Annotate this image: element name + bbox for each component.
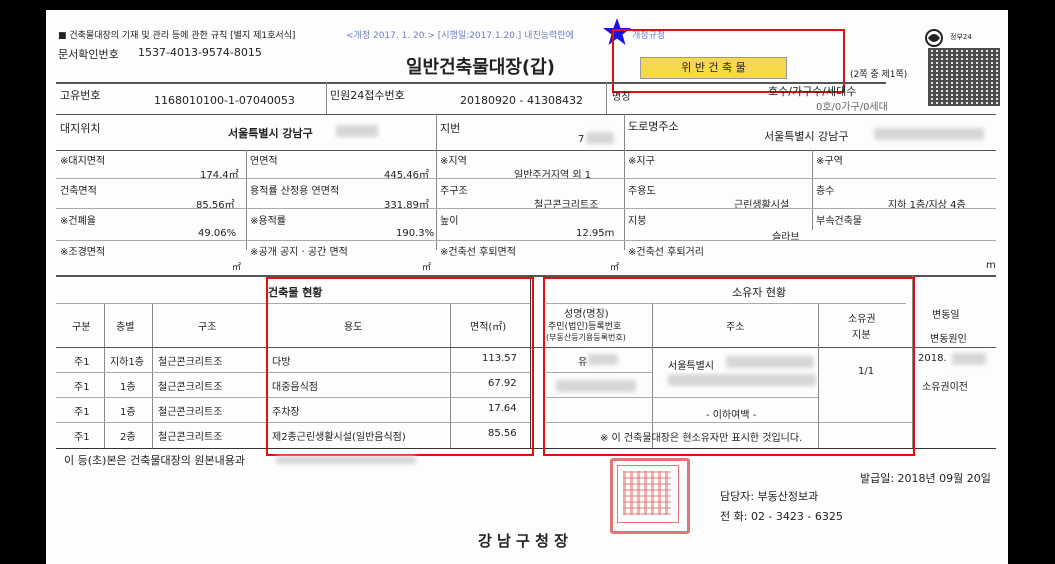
header-gubun: 구분	[72, 322, 91, 333]
row-gubun: 주1	[74, 432, 90, 443]
road-label: 도로명주소	[628, 120, 679, 133]
red-annotation-box-owner	[543, 277, 915, 456]
officer: 담당자: 부동산정보과	[720, 490, 819, 503]
row-floor: 2층	[120, 432, 136, 443]
certification-text: 이 등(초)본은 건축물대장의 원본내용과	[64, 454, 245, 467]
official-seal	[610, 458, 690, 534]
sector-label: ※구역	[816, 156, 843, 167]
amendment-note: <개정 2017. 1. 20.> [시행일:2017.1.20.] 내진능력란…	[346, 31, 574, 41]
units-label: 호수/가구수/세대수	[768, 85, 857, 98]
page-count: (2쪽 중 제1쪽)	[850, 70, 908, 80]
redacted-road	[874, 128, 984, 140]
location-label: 대지위치	[60, 122, 101, 135]
road-value: 서울특별시 강남구	[764, 130, 849, 143]
far-label: ※용적률	[250, 216, 286, 227]
units-value: 0호/0가구/0세대	[816, 102, 888, 113]
setback-dist-label: ※건축선 후퇴거리	[628, 247, 704, 258]
building-area-label: 건축면적	[60, 186, 97, 197]
issue-date: 발급일: 2018년 09월 20일	[860, 472, 991, 485]
receipt-no: 20180920 - 41308432	[460, 94, 583, 107]
row-gubun: 주1	[74, 407, 90, 418]
redacted-lot	[586, 132, 614, 144]
lot-value: 7	[578, 134, 585, 145]
lot-label: 지번	[440, 122, 461, 135]
bcr-label: ※건폐율	[60, 216, 96, 227]
doc-number: 1537-4013-9574-8015	[138, 46, 262, 59]
zone-label: ※지역	[440, 156, 467, 167]
setback-area-label: ※건축선 후퇴면적	[440, 247, 516, 258]
redacted-change-date	[952, 353, 986, 365]
height: 12.95m	[576, 228, 615, 239]
unique-no: 1168010100-1-07040053	[154, 94, 295, 107]
gross-area-label: 연면적	[250, 156, 278, 167]
phone: 전 화: 02 - 3423 - 6325	[720, 510, 843, 523]
qr-code	[928, 48, 1000, 106]
gov24-logo-icon	[924, 28, 948, 48]
name-label: 명칭	[612, 92, 631, 103]
public-space-unit: ㎡	[422, 263, 432, 273]
row-floor: 1층	[120, 407, 136, 418]
doc-number-label: 문서확인번호	[58, 48, 119, 61]
far: 190.3%	[396, 228, 435, 239]
setback-area-unit: ㎡	[610, 263, 620, 273]
regulation-note: ■ 건축물대장의 기재 및 관리 등에 관한 규칙 [별지 제1호서식]	[58, 31, 296, 41]
red-annotation-box-building	[266, 277, 534, 456]
change-date: 2018.	[918, 353, 947, 364]
row-gubun: 주1	[74, 382, 90, 393]
public-space-label: ※공개 공지 · 공간 면적	[250, 247, 348, 258]
main-structure-label: 주구조	[440, 186, 468, 197]
site-area-label: ※대지면적	[60, 156, 106, 167]
landscape-unit: ㎡	[232, 263, 242, 273]
redacted-certification	[276, 456, 416, 464]
height-label: 높이	[440, 216, 459, 227]
row-gubun: 주1	[74, 357, 90, 368]
unique-no-label: 고유번호	[60, 89, 101, 102]
floors-label: 층수	[816, 186, 835, 197]
far-area-label: 용적률 산정용 연면적	[250, 186, 340, 197]
setback-dist-unit: m	[986, 260, 996, 271]
header-structure: 구조	[198, 322, 217, 333]
roof-label: 지붕	[628, 216, 647, 227]
change-reason: 소유권이전	[922, 382, 968, 393]
annex-label: 부속건축물	[816, 216, 862, 227]
divider	[56, 82, 886, 84]
violation-badge: 위 반 건 축 물	[640, 57, 787, 79]
redacted-location	[336, 125, 378, 137]
main-use-label: 주용도	[628, 186, 656, 197]
district-label: ※지구	[628, 156, 655, 167]
receipt-label: 민원24접수번호	[330, 89, 405, 102]
document-page: ■ 건축물대장의 기재 및 관리 등에 관한 규칙 [별지 제1호서식] <개정…	[46, 10, 1008, 564]
gov24-logo-text: 정부24	[950, 33, 972, 41]
landscape-label: ※조경면적	[60, 247, 106, 258]
header-floor: 층별	[116, 322, 135, 333]
row-structure: 철근콘크리트조	[158, 407, 223, 418]
page-title: 일반건축물대장(갑)	[406, 57, 555, 78]
row-floor: 1층	[120, 382, 136, 393]
row-structure: 철근콘크리트조	[158, 382, 223, 393]
row-structure: 철근콘크리트조	[158, 432, 223, 443]
row-floor: 지하1층	[110, 357, 144, 368]
bcr: 49.06%	[198, 228, 237, 239]
issuer-name: 강 남 구 청 장	[478, 532, 568, 550]
row-structure: 철근콘크리트조	[158, 357, 223, 368]
change-reason-header: 변동원인	[930, 334, 967, 345]
location-value: 서울특별시 강남구	[228, 127, 313, 140]
change-date-header: 변동일	[932, 310, 960, 321]
